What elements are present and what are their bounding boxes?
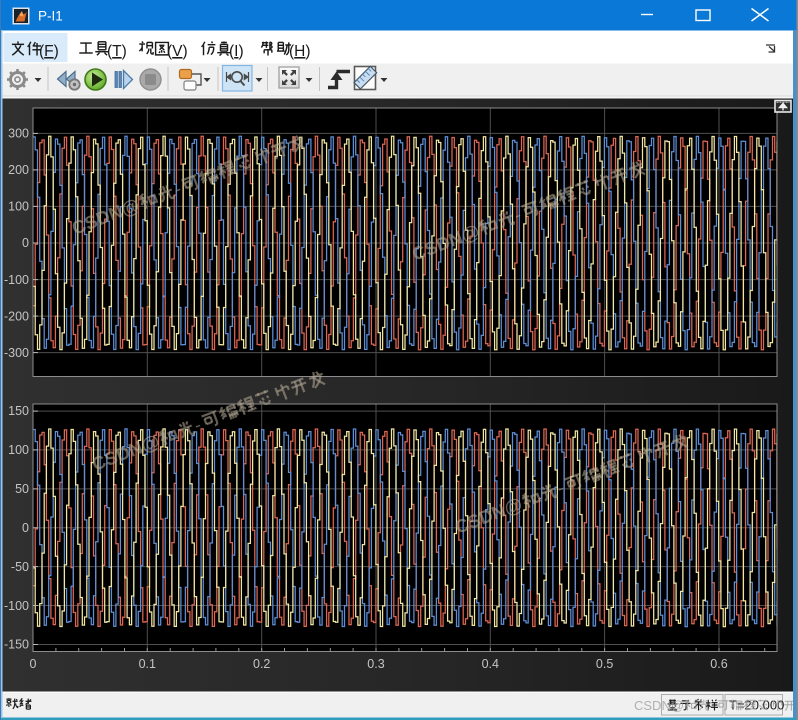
svg-text:0: 0: [30, 657, 37, 671]
svg-text:100: 100: [8, 200, 29, 214]
svg-text:0.6: 0.6: [710, 657, 727, 671]
svg-text:T=20.000: T=20.000: [729, 698, 784, 713]
svg-text:(I): (I): [229, 43, 244, 60]
svg-text:200: 200: [8, 163, 29, 177]
svg-text:(V): (V): [167, 43, 188, 60]
svg-text:(F): (F): [39, 43, 59, 60]
svg-text:0: 0: [22, 521, 29, 535]
svg-text:0.1: 0.1: [139, 657, 156, 671]
svg-text:0.5: 0.5: [596, 657, 613, 671]
svg-text:-100: -100: [4, 599, 29, 613]
svg-text:0.2: 0.2: [253, 657, 270, 671]
svg-text:0: 0: [22, 236, 29, 250]
svg-text:300: 300: [8, 127, 29, 141]
svg-text:0.4: 0.4: [482, 657, 499, 671]
svg-text:P-I1: P-I1: [38, 9, 63, 24]
svg-text:-: -: [711, 698, 715, 713]
svg-text:-50: -50: [11, 560, 29, 574]
svg-text:-300: -300: [4, 346, 29, 360]
svg-text:150: 150: [8, 404, 29, 418]
svg-text:100: 100: [8, 443, 29, 457]
svg-text:(T): (T): [107, 43, 127, 60]
svg-text:-200: -200: [4, 309, 29, 323]
svg-text:CSDN@: CSDN@: [634, 698, 684, 713]
svg-text:(H): (H): [289, 43, 311, 60]
svg-text:50: 50: [15, 482, 29, 496]
svg-text:-100: -100: [4, 273, 29, 287]
svg-text:0.3: 0.3: [367, 657, 384, 671]
svg-text:-150: -150: [4, 638, 29, 652]
